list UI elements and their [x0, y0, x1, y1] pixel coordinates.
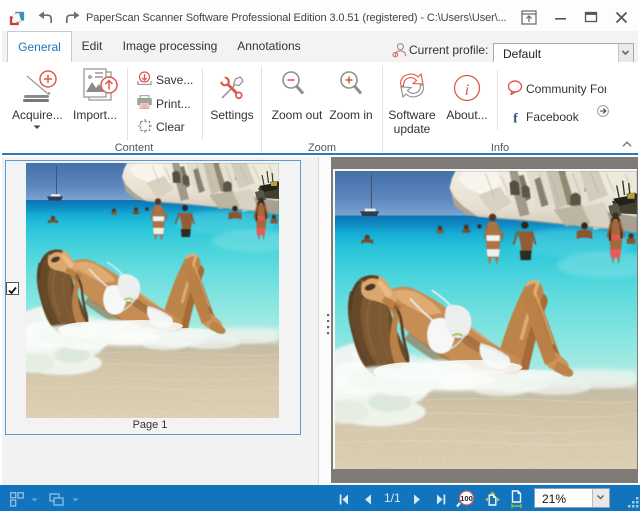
- svg-text:f: f: [513, 112, 518, 125]
- svg-text:i: i: [465, 82, 469, 99]
- svg-text:100: 100: [460, 494, 473, 503]
